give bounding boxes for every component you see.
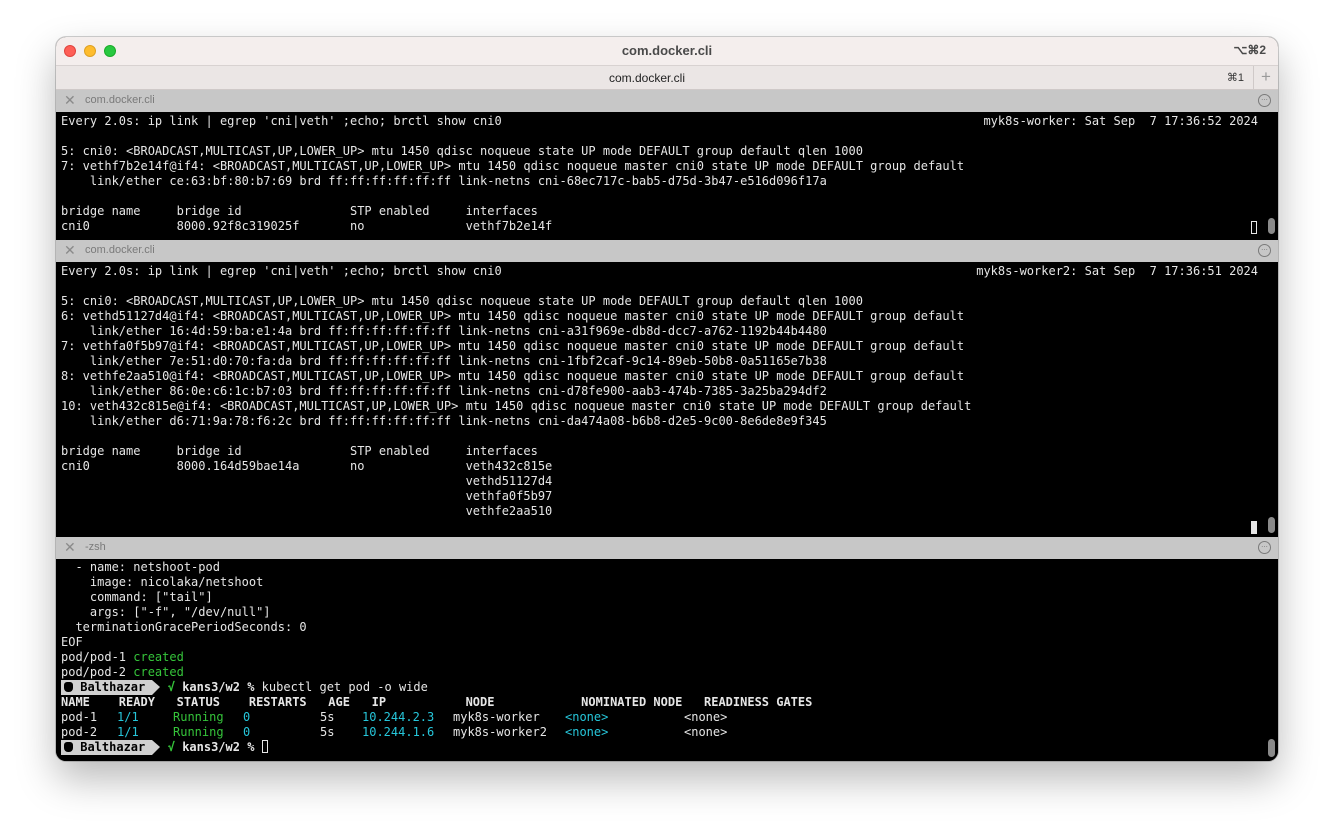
- prompt-check: √: [167, 740, 175, 754]
- close-pane-icon[interactable]: ✕: [64, 539, 76, 556]
- pod-readiness-gates: <none>: [684, 725, 728, 739]
- created-status: created: [133, 665, 184, 679]
- close-pane-icon[interactable]: ✕: [64, 242, 76, 259]
- new-tab-button[interactable]: +: [1253, 66, 1278, 90]
- terminal-cursor[interactable]: [261, 740, 268, 753]
- ip-link-line: 10: veth432c815e@if4: <BROADCAST,MULTICA…: [61, 399, 972, 413]
- terminal-cursor: [1251, 521, 1257, 534]
- prompt-user: Balthazar: [61, 680, 153, 695]
- pod-ready: 1/1: [117, 725, 139, 739]
- window-shortcut: ⌥⌘2: [1233, 43, 1266, 57]
- created-pod-name: pod/pod-2: [61, 665, 134, 679]
- pane-header: ✕ -zsh ...: [56, 537, 1278, 559]
- pane-menu-icon[interactable]: ...: [1258, 94, 1271, 107]
- pod-age: 5s: [320, 710, 335, 724]
- ip-link-line: 6: vethd51127d4@if4: <BROADCAST,MULTICAS…: [61, 309, 965, 323]
- prompt-check: √: [167, 680, 175, 694]
- scrollbar[interactable]: [1268, 517, 1275, 533]
- ip-link-line: link/ether ce:63:bf:80:b7:69 brd ff:ff:f…: [61, 174, 827, 188]
- apple-icon: [64, 682, 73, 692]
- ip-link-line: link/ether 86:0e:c6:1c:b7:03 brd ff:ff:f…: [61, 384, 827, 398]
- created-status: created: [133, 650, 184, 664]
- tab-shortcut: ⌘1: [1226, 72, 1244, 84]
- terminal-output[interactable]: Every 2.0s: ip link | egrep 'cni|veth' ;…: [56, 112, 1278, 238]
- pane-zsh[interactable]: ✕ -zsh ... - name: netshoot-pod image: n…: [56, 537, 1278, 761]
- yaml-line: - name: netshoot-pod: [61, 560, 220, 574]
- prompt-dir: kans3/w2 %: [182, 680, 255, 694]
- pod-node: myk8s-worker2: [453, 725, 547, 739]
- pane-menu-icon[interactable]: ...: [1258, 244, 1271, 257]
- ip-link-line: link/ether 7e:51:d0:70:fa:da brd ff:ff:f…: [61, 354, 827, 368]
- pane-header: ✕ com.docker.cli ...: [56, 240, 1278, 262]
- pane-menu-icon[interactable]: ...: [1258, 541, 1271, 554]
- ip-link-line: link/ether d6:71:9a:78:f6:2c brd ff:ff:f…: [61, 414, 827, 428]
- created-pod-name: pod/pod-1: [61, 650, 134, 664]
- pane-title: com.docker.cli: [85, 244, 155, 256]
- yaml-line: image: nicolaka/netshoot: [61, 575, 264, 589]
- bridge-table-row: vethd51127d4: [61, 474, 553, 488]
- host-time: myk8s-worker2: Sat Sep 7 17:36:51 2024: [976, 264, 1258, 278]
- prompt-line: Balthazar √ kans3/w2 % kubectl get pod -…: [61, 680, 428, 695]
- ip-link-line: 8: vethfe2aa510@if4: <BROADCAST,MULTICAS…: [61, 369, 965, 383]
- apple-icon: [64, 742, 73, 752]
- title-bar: com.docker.cli ⌥⌘2: [56, 37, 1278, 65]
- pod-nominated-node: <none>: [565, 710, 609, 724]
- close-pane-icon[interactable]: ✕: [64, 92, 76, 109]
- terminal-cursor: [1251, 221, 1257, 234]
- host-time: myk8s-worker: Sat Sep 7 17:36:52 2024: [983, 114, 1258, 128]
- pod-restarts: 0: [243, 710, 251, 724]
- prompt-line: Balthazar √ kans3/w2 %: [61, 740, 268, 755]
- prompt-arrow-icon: [152, 740, 161, 755]
- pod-readiness-gates: <none>: [684, 710, 728, 724]
- pod-ip: 10.244.1.6: [362, 725, 435, 739]
- pane-worker[interactable]: ✕ com.docker.cli ... Every 2.0s: ip link…: [56, 90, 1278, 238]
- ip-link-line: 7: vethf7b2e14f@if4: <BROADCAST,MULTICAS…: [61, 159, 965, 173]
- yaml-line: EOF: [61, 635, 83, 649]
- tab-com-docker-cli[interactable]: com.docker.cli: [56, 71, 1238, 85]
- pane-title: -zsh: [85, 541, 106, 553]
- terminal-output[interactable]: - name: netshoot-pod image: nicolaka/net…: [56, 559, 1278, 761]
- pane-title: com.docker.cli: [85, 94, 155, 106]
- pod-node: myk8s-worker: [453, 710, 540, 724]
- yaml-line: args: ["-f", "/dev/null"]: [61, 605, 271, 619]
- watch-command: Every 2.0s: ip link | egrep 'cni|veth' ;…: [61, 264, 502, 278]
- yaml-line: terminationGracePeriodSeconds: 0: [61, 620, 307, 634]
- bridge-table-row: cni0 8000.164d59bae14a no veth432c815e: [61, 459, 553, 473]
- yaml-line: command: ["tail"]: [61, 590, 213, 604]
- ip-link-line: 7: vethfa0f5b97@if4: <BROADCAST,MULTICAS…: [61, 339, 965, 353]
- ip-link-line: 5: cni0: <BROADCAST,MULTICAST,UP,LOWER_U…: [61, 294, 863, 308]
- pane-header: ✕ com.docker.cli ...: [56, 90, 1278, 112]
- pod-status: Running: [173, 710, 224, 724]
- bridge-table-header: bridge name bridge id STP enabled interf…: [61, 444, 538, 458]
- bridge-table-row: vethfa0f5b97: [61, 489, 553, 503]
- pod-table-header: NAME READY STATUS RESTARTS AGE IP NODE N…: [61, 695, 813, 709]
- terminal-output[interactable]: Every 2.0s: ip link | egrep 'cni|veth' ;…: [56, 262, 1278, 537]
- watch-command: Every 2.0s: ip link | egrep 'cni|veth' ;…: [61, 114, 502, 128]
- pod-ip: 10.244.2.3: [362, 710, 435, 724]
- pod-ready: 1/1: [117, 710, 139, 724]
- window-title: com.docker.cli: [621, 43, 713, 58]
- pod-name: pod-1: [61, 710, 98, 724]
- prompt-dir: kans3/w2 %: [182, 740, 255, 754]
- terminal-window: com.docker.cli ⌥⌘2 com.docker.cli ⌘1 + ✕…: [56, 37, 1278, 761]
- pod-restarts: 0: [243, 725, 251, 739]
- pod-age: 5s: [320, 725, 335, 739]
- bridge-table-row: cni0 8000.92f8c319025f no vethf7b2e14f: [61, 219, 553, 233]
- pod-status: Running: [173, 725, 224, 739]
- prompt-user: Balthazar: [61, 740, 153, 755]
- tab-bar: com.docker.cli ⌘1 +: [56, 65, 1278, 90]
- pane-worker2[interactable]: ✕ com.docker.cli ... Every 2.0s: ip link…: [56, 240, 1278, 537]
- created-line: pod/pod-1 created: [61, 650, 184, 665]
- bridge-table-header: bridge name bridge id STP enabled interf…: [61, 204, 538, 218]
- scrollbar[interactable]: [1268, 739, 1275, 757]
- prompt-arrow-icon: [152, 680, 161, 695]
- command-text: kubectl get pod -o wide: [261, 680, 428, 694]
- pod-nominated-node: <none>: [565, 725, 609, 739]
- ip-link-line: link/ether 16:4d:59:ba:e1:4a brd ff:ff:f…: [61, 324, 827, 338]
- created-line: pod/pod-2 created: [61, 665, 184, 680]
- scrollbar[interactable]: [1268, 218, 1275, 234]
- pod-name: pod-2: [61, 725, 98, 739]
- bridge-table-row: vethfe2aa510: [61, 504, 553, 518]
- ip-link-line: 5: cni0: <BROADCAST,MULTICAST,UP,LOWER_U…: [61, 144, 863, 158]
